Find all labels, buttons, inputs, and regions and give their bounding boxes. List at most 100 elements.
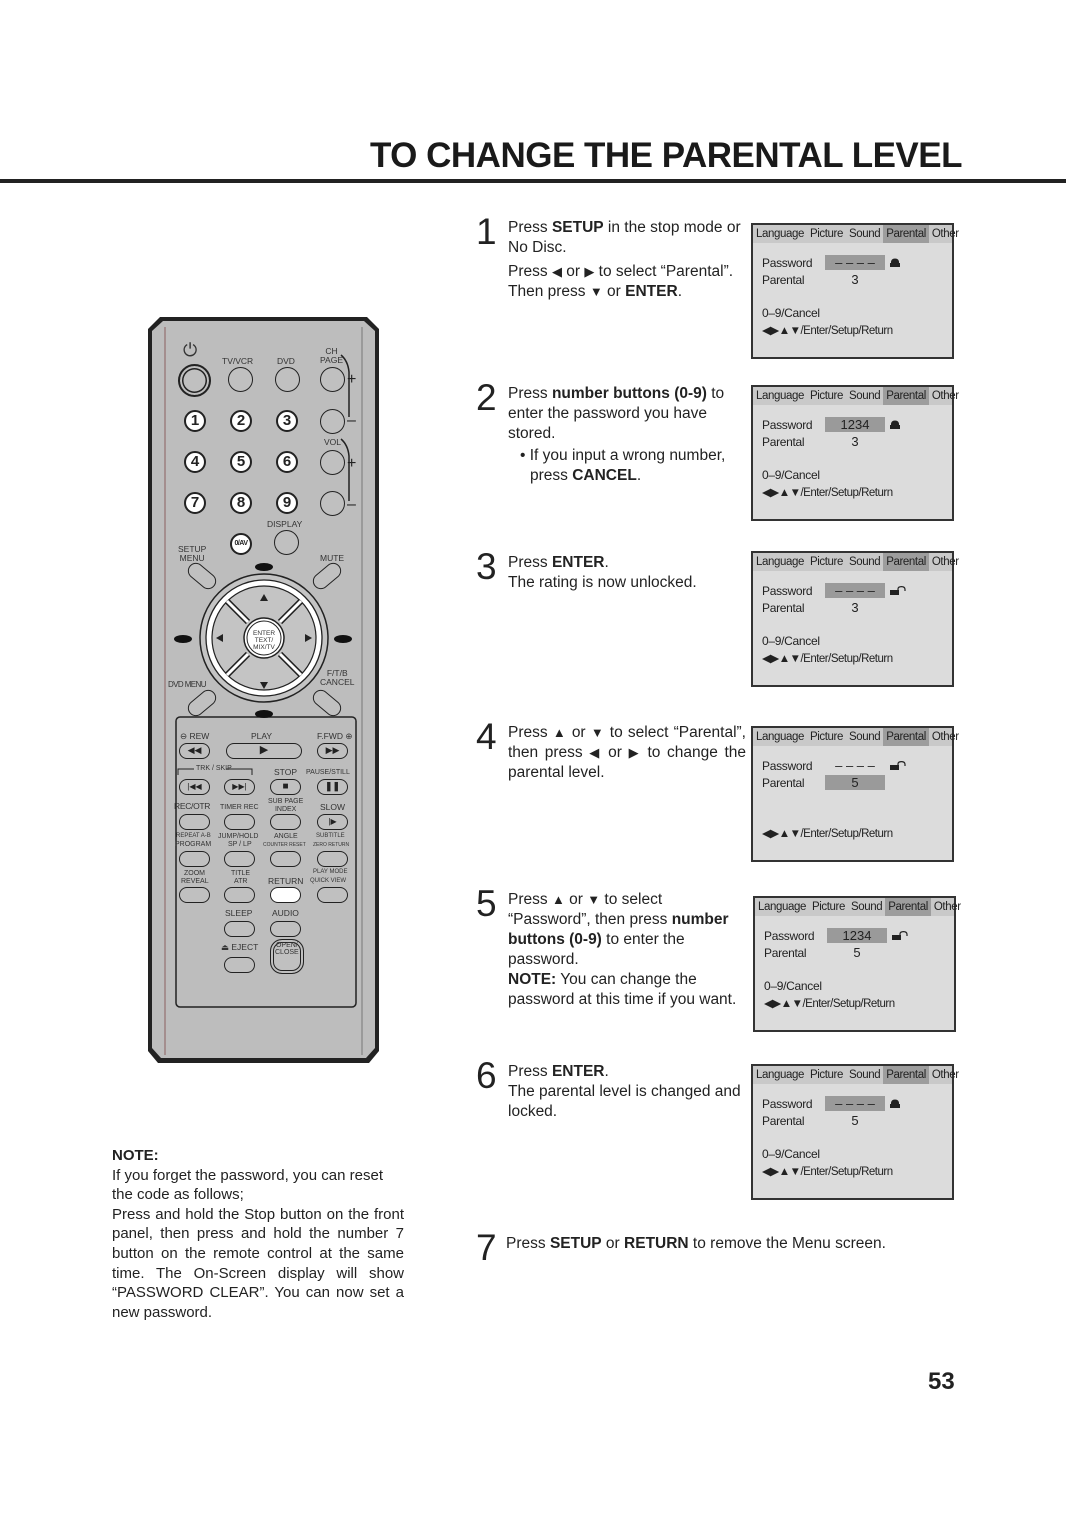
osd-tab-picture[interactable]: Picture: [807, 225, 846, 243]
osd-tab-language[interactable]: Language: [753, 225, 807, 243]
step-number: 6: [476, 1055, 497, 1096]
number-button-6[interactable]: 6: [276, 451, 298, 473]
subtitle-button[interactable]: [317, 851, 348, 867]
angle-button[interactable]: [270, 851, 301, 867]
play-mode-button[interactable]: [317, 887, 348, 903]
osd-tab-sound[interactable]: Sound: [846, 728, 883, 746]
osd-parental-value[interactable]: 3: [825, 434, 885, 449]
ch-up-button[interactable]: [320, 367, 345, 392]
osd-tab-other[interactable]: Other: [929, 553, 962, 571]
osd-password-field[interactable]: – – – –: [825, 255, 885, 270]
osd-menu-screen: Language Picture Sound Parental Other Passwor…: [753, 896, 961, 1032]
osd-tab-parental[interactable]: Parental: [883, 728, 929, 746]
sleep-button[interactable]: [224, 921, 255, 937]
osd-tab-language[interactable]: Language: [753, 728, 807, 746]
osd-tab-picture[interactable]: Picture: [809, 898, 848, 916]
vol-label: VOL: [324, 437, 342, 447]
number-button-5[interactable]: 5: [230, 451, 252, 473]
osd-parental-value[interactable]: 3: [825, 600, 885, 615]
osd-tab-language[interactable]: Language: [753, 1066, 807, 1084]
eject-button[interactable]: [224, 957, 255, 973]
osd-tab-other[interactable]: Other: [929, 1066, 962, 1084]
nav-down-button[interactable]: [244, 667, 284, 689]
lock-icon: [890, 1099, 900, 1108]
osd-password-field[interactable]: 1234: [827, 928, 887, 943]
osd-tab-other[interactable]: Other: [929, 728, 962, 746]
program-button[interactable]: [179, 851, 210, 867]
osd-password-field[interactable]: – – – –: [825, 583, 885, 598]
osd-password-label: Password: [762, 418, 813, 432]
number-button-8[interactable]: 8: [230, 492, 252, 514]
number-button-3[interactable]: 3: [276, 410, 298, 432]
page-number: 53: [928, 1368, 955, 1395]
audio-button[interactable]: [270, 921, 301, 937]
dvd-button[interactable]: [275, 367, 300, 392]
number-button-2[interactable]: 2: [230, 410, 252, 432]
osd-tab-parental[interactable]: Parental: [885, 898, 931, 916]
step-7: 7 Press SETUP or RETURN to remove the Me…: [476, 1228, 956, 1268]
pause-still-button[interactable]: ❚❚: [317, 779, 348, 795]
ch-down-button[interactable]: [320, 409, 345, 434]
osd-tab-picture[interactable]: Picture: [807, 728, 846, 746]
skip-forward-button[interactable]: ▶▶|: [224, 779, 255, 795]
osd-tab-bar: Language Picture Sound Parental Other: [753, 1066, 959, 1084]
vol-up-button[interactable]: [320, 450, 345, 475]
rec-otr-button[interactable]: [179, 814, 210, 830]
osd-tab-other[interactable]: Other: [929, 225, 962, 243]
play-button[interactable]: ▶: [226, 743, 302, 759]
nav-left-button[interactable]: [210, 618, 232, 658]
text: or: [566, 724, 591, 741]
osd-password-field[interactable]: – – – –: [825, 1096, 885, 1111]
osd-parental-value[interactable]: 5: [825, 775, 885, 790]
osd-tab-parental[interactable]: Parental: [883, 553, 929, 571]
zero-av-button[interactable]: 0/AV: [230, 533, 252, 555]
vol-down-button[interactable]: [320, 491, 345, 516]
sub-page-index-button[interactable]: [270, 814, 301, 830]
osd-password-field[interactable]: 1234: [825, 417, 885, 432]
unlock-icon: [892, 930, 908, 940]
osd-password-field[interactable]: – – – –: [825, 758, 885, 773]
stop-button[interactable]: ■: [270, 779, 301, 795]
zoom-button[interactable]: [179, 887, 210, 903]
osd-tab-sound[interactable]: Sound: [846, 225, 883, 243]
sp-lp-button[interactable]: [224, 851, 255, 867]
osd-tab-picture[interactable]: Picture: [807, 387, 846, 405]
number-button-4[interactable]: 4: [184, 451, 206, 473]
osd-tab-other[interactable]: Other: [931, 898, 964, 916]
number-button-1[interactable]: 1: [184, 410, 206, 432]
osd-tab-language[interactable]: Language: [753, 387, 807, 405]
rew-label: ⊖ REW: [180, 731, 210, 741]
osd-tab-other[interactable]: Other: [929, 387, 962, 405]
osd-tab-language[interactable]: Language: [753, 553, 807, 571]
slow-button[interactable]: |▶: [317, 814, 348, 830]
osd-footer-cancel-hint: 0–9/Cancel: [762, 634, 820, 648]
title-button[interactable]: [224, 887, 255, 903]
nav-up-button[interactable]: [244, 587, 284, 609]
display-button[interactable]: [274, 530, 299, 555]
number-button-9[interactable]: 9: [276, 492, 298, 514]
nav-right-button[interactable]: [296, 618, 318, 658]
osd-tab-language[interactable]: Language: [755, 898, 809, 916]
osd-tab-sound[interactable]: Sound: [848, 898, 885, 916]
osd-tab-sound[interactable]: Sound: [846, 1066, 883, 1084]
ffwd-button[interactable]: ▶▶: [317, 743, 348, 759]
osd-tab-picture[interactable]: Picture: [807, 553, 846, 571]
timer-rec-button[interactable]: [224, 814, 255, 830]
osd-tab-parental[interactable]: Parental: [883, 1066, 929, 1084]
osd-parental-value[interactable]: 5: [825, 1113, 885, 1128]
eject-label: ⏏ EJECT: [221, 942, 259, 952]
osd-parental-value[interactable]: 3: [825, 272, 885, 287]
osd-tab-sound[interactable]: Sound: [846, 553, 883, 571]
enter-button[interactable]: ENTER TEXT/ MIX/TV: [247, 630, 281, 651]
osd-tab-picture[interactable]: Picture: [807, 1066, 846, 1084]
rew-button[interactable]: ◀◀: [179, 743, 210, 759]
number-button-7[interactable]: 7: [184, 492, 206, 514]
tv-vcr-button[interactable]: [228, 367, 253, 392]
osd-tab-parental[interactable]: Parental: [883, 225, 929, 243]
power-button[interactable]: [178, 364, 211, 397]
osd-tab-parental[interactable]: Parental: [883, 387, 929, 405]
skip-back-button[interactable]: |◀◀: [179, 779, 210, 795]
return-button[interactable]: [270, 887, 301, 903]
osd-tab-sound[interactable]: Sound: [846, 387, 883, 405]
osd-parental-value[interactable]: 5: [827, 945, 887, 960]
